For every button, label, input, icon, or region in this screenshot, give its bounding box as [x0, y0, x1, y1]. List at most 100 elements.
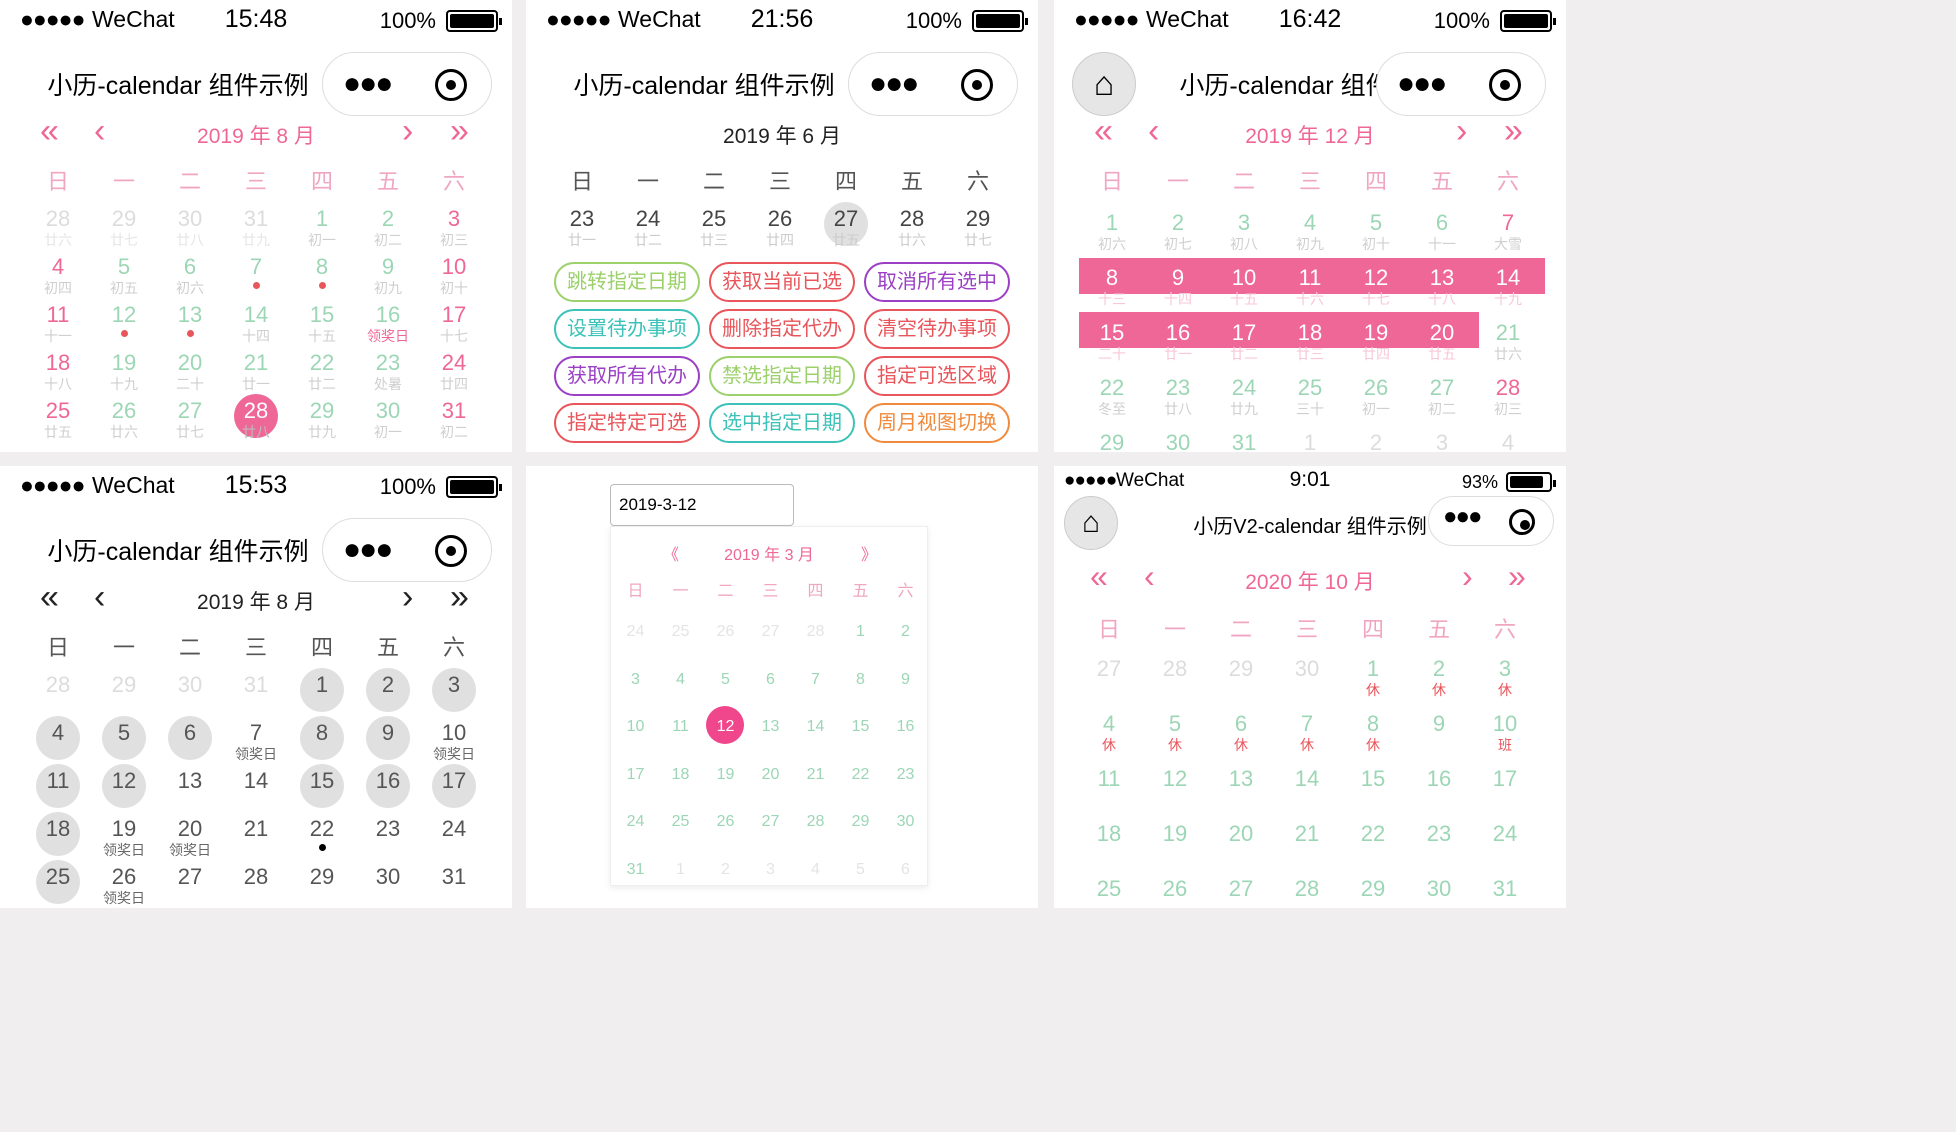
action-button[interactable]: 禁选指定日期 [709, 356, 855, 396]
date-cell[interactable]: 17 廿二 [1211, 320, 1277, 368]
date-cell[interactable]: 7 [223, 254, 289, 302]
date-cell[interactable]: 10 班 [1472, 711, 1538, 759]
date-cell[interactable]: 18 [1076, 821, 1142, 869]
next-month-icon[interactable]: › [1462, 558, 1473, 595]
date-cell[interactable]: 18 廿三 [1277, 320, 1343, 368]
date-cell[interactable]: 2 [883, 619, 928, 667]
date-cell[interactable]: 28 廿六 [879, 206, 945, 254]
date-cell[interactable]: 23 廿一 [549, 206, 615, 254]
date-cell[interactable]: 13 [748, 714, 793, 762]
date-cell[interactable]: 1休 [1340, 656, 1406, 704]
date-cell[interactable]: 5 初五 [91, 254, 157, 302]
date-cell[interactable]: 20 [1208, 821, 1274, 869]
date-cell[interactable]: 28 廿八 [223, 394, 289, 446]
next-month-icon[interactable]: › [1456, 112, 1467, 151]
close-target-icon[interactable] [435, 535, 467, 567]
close-target-icon[interactable] [1509, 509, 1535, 535]
date-cell[interactable]: 4 初九 [1277, 210, 1343, 258]
date-cell[interactable]: 29 [1079, 430, 1145, 452]
date-cell[interactable]: 9 [883, 667, 928, 715]
date-cell[interactable]: 18 十八 [25, 350, 91, 398]
date-cell[interactable]: 17 [1472, 766, 1538, 814]
date-cell[interactable]: 1 初六 [1079, 210, 1145, 258]
date-cell[interactable]: 18 [658, 762, 703, 810]
close-target-icon[interactable] [435, 69, 467, 101]
date-cell[interactable]: 22 [838, 762, 883, 810]
more-icon[interactable]: ●●● [1443, 503, 1482, 531]
next-month-icon[interactable]: › [402, 578, 413, 617]
capsule-menu[interactable]: ●●● [322, 52, 492, 116]
date-cell[interactable]: 22 [289, 816, 355, 864]
date-cell[interactable]: 16 [355, 764, 421, 816]
date-cell[interactable]: 27 廿五 [813, 202, 879, 254]
date-cell[interactable]: 10 十五 [1211, 265, 1277, 313]
date-cell[interactable]: 4 初四 [25, 254, 91, 302]
action-button[interactable]: 清空待办事项 [864, 309, 1010, 349]
date-cell[interactable]: 24 廿九 [1211, 375, 1277, 423]
date-cell[interactable]: 29 [838, 809, 883, 857]
action-button[interactable]: 选中指定日期 [709, 403, 855, 443]
date-cell[interactable]: 28 [1274, 876, 1340, 908]
date-cell[interactable]: 17 十七 [421, 302, 487, 350]
date-cell[interactable]: 22 廿二 [289, 350, 355, 398]
date-cell[interactable]: 12 十七 [1343, 265, 1409, 313]
date-cell[interactable]: 27 初二 [1409, 375, 1475, 423]
date-cell[interactable]: 19 廿四 [1343, 320, 1409, 368]
date-cell[interactable]: 31 [613, 857, 658, 905]
date-cell[interactable]: 21 [793, 762, 838, 810]
date-cell[interactable]: 6休 [1208, 711, 1274, 759]
date-cell[interactable]: 9 初九 [355, 254, 421, 302]
date-cell[interactable]: 14 [223, 768, 289, 816]
date-cell[interactable]: 8 [838, 667, 883, 715]
date-cell[interactable]: 10 初十 [421, 254, 487, 302]
date-cell[interactable]: 29 廿九 [289, 398, 355, 446]
date-cell[interactable]: 30 [355, 864, 421, 908]
date-cell[interactable]: 6 [748, 667, 793, 715]
action-button[interactable]: 取消所有选中 [864, 262, 1010, 302]
date-cell[interactable]: 3 [421, 668, 487, 720]
date-cell[interactable]: 27 [1208, 876, 1274, 908]
next-year-icon[interactable]: » [1508, 558, 1526, 595]
date-cell[interactable]: 15 [1340, 766, 1406, 814]
date-cell[interactable]: 11 十一 [25, 302, 91, 350]
date-cell[interactable]: 3 初三 [421, 206, 487, 254]
date-cell[interactable]: 8 十三 [1079, 265, 1145, 313]
date-cell[interactable]: 24 [613, 809, 658, 857]
date-cell[interactable]: 15 十五 [289, 302, 355, 350]
date-cell[interactable]: 31 [1472, 876, 1538, 908]
date-cell[interactable]: 20 领奖日 [157, 816, 223, 864]
date-cell[interactable]: 29 廿七 [945, 206, 1011, 254]
date-cell[interactable]: 13 [157, 302, 223, 350]
date-cell[interactable]: 23 [883, 762, 928, 810]
date-cell[interactable]: 5 初十 [1343, 210, 1409, 258]
date-cell[interactable]: 19 [1142, 821, 1208, 869]
date-cell[interactable]: 14 十九 [1475, 265, 1541, 313]
date-cell[interactable]: 22 冬至 [1079, 375, 1145, 423]
date-cell[interactable]: 30 [883, 809, 928, 857]
action-button[interactable]: 获取当前已选 [709, 262, 855, 302]
date-cell[interactable]: 2 初七 [1145, 210, 1211, 258]
date-cell[interactable]: 13 [157, 768, 223, 816]
date-cell[interactable]: 14 [1274, 766, 1340, 814]
action-button[interactable]: 周月视图切换 [864, 403, 1010, 443]
date-cell[interactable]: 25 [658, 809, 703, 857]
date-cell[interactable]: 28 初三 [1475, 375, 1541, 423]
date-cell[interactable]: 7 领奖日 [223, 720, 289, 768]
date-cell[interactable]: 21 廿六 [1475, 320, 1541, 368]
date-cell[interactable]: 10 [613, 714, 658, 762]
date-cell[interactable]: 25 廿五 [25, 398, 91, 446]
date-cell[interactable]: 27 [157, 864, 223, 908]
date-cell[interactable]: 26 初一 [1343, 375, 1409, 423]
action-button[interactable]: 设置待办事项 [554, 309, 700, 349]
date-cell[interactable]: 18 [25, 812, 91, 864]
action-button[interactable]: 跳转指定日期 [554, 262, 700, 302]
date-cell[interactable]: 31 [1211, 430, 1277, 452]
date-cell[interactable]: 27 廿七 [157, 398, 223, 446]
date-cell[interactable]: 4休 [1076, 711, 1142, 759]
date-cell[interactable]: 17 [613, 762, 658, 810]
date-cell[interactable]: 10 领奖日 [421, 720, 487, 768]
date-cell[interactable]: 26 [703, 809, 748, 857]
date-cell[interactable]: 16 [883, 714, 928, 762]
action-button[interactable]: 指定特定可选 [554, 403, 700, 443]
date-cell[interactable]: 25 廿三 [681, 206, 747, 254]
